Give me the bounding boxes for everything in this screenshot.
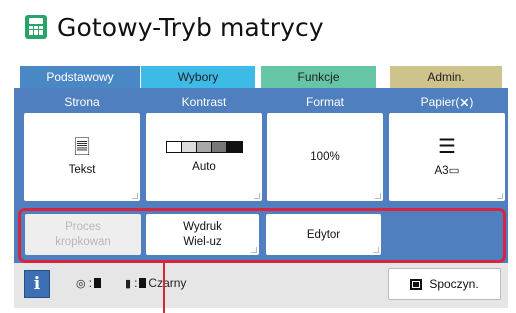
master-mode-icon bbox=[25, 15, 47, 39]
multi-up-print-button[interactable]: Wydruk Wiel-uz bbox=[146, 214, 259, 255]
tab-podstawowy[interactable]: Podstawowy bbox=[20, 66, 140, 88]
paper-label: Papier(⨯) bbox=[420, 95, 474, 109]
image-mode-button[interactable]: 🗏 Tekst bbox=[24, 113, 140, 201]
contrast-value: Auto bbox=[192, 161, 216, 173]
dot-process-button[interactable]: Proces kropkowan bbox=[25, 214, 141, 255]
sleep-button[interactable]: Spoczyn. bbox=[388, 268, 501, 300]
multi-up-print-label: Wydruk Wiel-uz bbox=[183, 220, 222, 248]
paper-orientation-icon: ▭ bbox=[448, 165, 460, 177]
paper-value: A3▭ bbox=[434, 165, 460, 177]
tab-wybory[interactable]: Wybory bbox=[141, 66, 255, 88]
editor-label: Edytor bbox=[306, 228, 341, 241]
ink-color-swatch bbox=[139, 278, 147, 288]
image-mode-value: Tekst bbox=[68, 164, 96, 176]
contrast-button[interactable]: Auto bbox=[146, 113, 262, 201]
ink-bottle-icon: ▮ bbox=[125, 277, 132, 290]
tab-funkcje[interactable]: Funkcje bbox=[261, 66, 376, 88]
paper-stack-icon: ☰ bbox=[438, 136, 456, 158]
drum-status: ◎: bbox=[76, 276, 103, 290]
drum-color-swatch bbox=[93, 278, 101, 288]
window-title: Gotowy-Tryb matrycy bbox=[25, 10, 324, 44]
info-button[interactable]: i bbox=[24, 270, 50, 298]
ink-color-label: Czarny bbox=[148, 276, 187, 290]
format-value: 100% bbox=[310, 151, 340, 163]
format-label: Format bbox=[305, 95, 344, 109]
dot-process-label: Proces kropkowan bbox=[55, 220, 111, 248]
tab-admin[interactable]: Admin. bbox=[390, 66, 502, 88]
editor-button[interactable]: Edytor bbox=[266, 214, 381, 255]
image-mode-label: Strona bbox=[64, 95, 100, 109]
drum-icon: ◎ bbox=[76, 277, 86, 290]
callout-pointer bbox=[163, 263, 165, 313]
contrast-scale-icon bbox=[165, 141, 243, 153]
sleep-icon bbox=[410, 278, 423, 290]
format-button[interactable]: 100% bbox=[267, 113, 383, 201]
contrast-label: Kontrast bbox=[181, 95, 227, 109]
ink-status: ▮: Czarny bbox=[125, 276, 187, 290]
tab-bar: Podstawowy Wybory Funkcje Admin. bbox=[14, 66, 508, 88]
sleep-label: Spoczyn. bbox=[429, 277, 479, 291]
paper-button[interactable]: ☰ A3▭ bbox=[389, 113, 505, 201]
text-document-icon: 🗏 bbox=[73, 137, 91, 159]
page-title: Gotowy-Tryb matrycy bbox=[57, 12, 324, 42]
